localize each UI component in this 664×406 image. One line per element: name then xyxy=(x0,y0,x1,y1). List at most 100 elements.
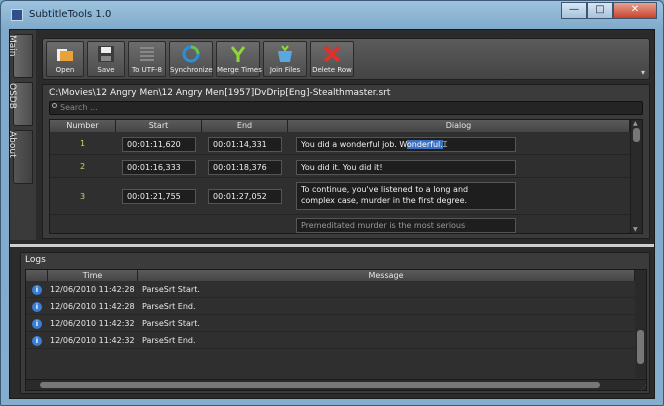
log-time: 12/06/2010 11:42:32 xyxy=(50,319,135,328)
list-item[interactable]: i 12/06/2010 11:42:32 ParseSrt Start. xyxy=(26,316,636,332)
join-files-button[interactable]: Join Files xyxy=(263,41,307,77)
scroll-thumb[interactable] xyxy=(40,382,600,388)
search-input[interactable]: Search ... xyxy=(49,101,643,115)
info-icon: i xyxy=(32,319,42,329)
log-message: ParseSrt End. xyxy=(142,302,196,311)
floppy-icon xyxy=(98,46,114,62)
grid-vertical-scrollbar[interactable]: ▲ ▼ xyxy=(630,120,642,233)
tab-osdb-label: OSDB xyxy=(7,83,17,109)
end-time-field[interactable]: 00:01:18,376 xyxy=(208,160,282,175)
join-files-label: Join Files xyxy=(269,66,301,74)
table-row[interactable]: 2 00:01:16,333 00:01:18,376 You did it. … xyxy=(50,156,630,178)
info-icon: i xyxy=(32,302,42,312)
scroll-thumb[interactable] xyxy=(633,128,640,142)
minimize-button[interactable]: — xyxy=(561,2,587,19)
dialog-line: To continue, you've listened to a long a… xyxy=(301,185,469,194)
save-button[interactable]: Save xyxy=(87,41,125,77)
folder-open-icon xyxy=(57,49,73,61)
info-icon: i xyxy=(32,336,42,346)
log-message: ParseSrt End. xyxy=(142,336,196,345)
table-row[interactable]: 3 00:01:21,755 00:01:27,052 To continue,… xyxy=(50,179,630,215)
save-label: Save xyxy=(97,66,115,74)
merge-times-label: Merge Times xyxy=(217,66,262,74)
dialog-text: You did a wonderful job. W xyxy=(301,140,407,149)
start-time-field[interactable]: 00:01:16,333 xyxy=(122,160,196,175)
row-number: 1 xyxy=(80,139,86,148)
log-time: 12/06/2010 11:42:32 xyxy=(50,336,135,345)
window-controls: — □ ✕ xyxy=(561,2,657,19)
row-number: 3 xyxy=(80,192,86,201)
delete-row-button[interactable]: Delete Row xyxy=(310,41,354,77)
scroll-down-icon[interactable]: ▼ xyxy=(633,226,638,233)
to-utf8-button[interactable]: To UTF-8 xyxy=(128,41,166,77)
dialog-field[interactable]: To continue, you've listened to a long a… xyxy=(296,182,516,210)
table-row[interactable]: Premeditated murder is the most serious xyxy=(50,216,630,233)
open-label: Open xyxy=(55,66,75,74)
subtitle-file-panel: C:\Movies\12 Angry Men\12 Angry Men[1957… xyxy=(42,84,650,239)
title-bar[interactable]: SubtitleTools 1.0 — □ ✕ xyxy=(1,1,663,29)
column-header-message[interactable]: Message xyxy=(138,270,635,281)
column-header-time[interactable]: Time xyxy=(48,270,138,281)
list-item[interactable]: i 12/06/2010 11:42:32 ParseSrt End. xyxy=(26,333,636,349)
delete-row-label: Delete Row xyxy=(312,66,352,74)
log-time: 12/06/2010 11:42:28 xyxy=(50,285,135,294)
maximize-button[interactable]: □ xyxy=(587,2,613,19)
search-placeholder: Search ... xyxy=(60,103,98,112)
dialog-field[interactable]: Premeditated murder is the most serious xyxy=(296,218,516,233)
app-window: SubtitleTools 1.0 — □ ✕ Main OSDB About … xyxy=(0,0,664,406)
tab-about[interactable]: About xyxy=(7,130,33,184)
logs-grid: Time Message i 12/06/2010 11:42:28 Parse… xyxy=(25,269,647,391)
log-message: ParseSrt Start. xyxy=(142,319,200,328)
start-time-field[interactable]: 00:01:21,755 xyxy=(122,189,196,204)
list-item[interactable]: i 12/06/2010 11:42:28 ParseSrt End. xyxy=(26,299,636,315)
column-header-number[interactable]: Number xyxy=(50,120,116,132)
dialog-selection: onderful. xyxy=(406,140,443,149)
logs-header: Time Message xyxy=(26,270,636,281)
logs-vertical-scrollbar[interactable] xyxy=(635,270,646,378)
window-title: SubtitleTools 1.0 xyxy=(29,9,112,20)
file-path: C:\Movies\12 Angry Men\12 Angry Men[1957… xyxy=(49,88,391,98)
side-tab-strip: Main OSDB About xyxy=(7,30,36,240)
log-message: ParseSrt Start. xyxy=(142,285,200,294)
text-lines-icon xyxy=(140,47,154,61)
merge-times-button[interactable]: Merge Times xyxy=(216,41,262,77)
client-area: Main OSDB About Open Save To UTF-8 Synch… xyxy=(7,29,655,399)
grid-header: Number Start End Dialog xyxy=(50,120,630,132)
panel-splitter[interactable] xyxy=(10,244,654,247)
column-header-start[interactable]: Start xyxy=(116,120,202,132)
tab-main-label: Main xyxy=(7,35,17,57)
open-button[interactable]: Open xyxy=(46,41,84,77)
row-number: 2 xyxy=(80,162,86,171)
end-time-field[interactable]: 00:01:14,331 xyxy=(208,137,282,152)
tab-main[interactable]: Main xyxy=(7,34,33,78)
column-header-icon[interactable] xyxy=(26,270,48,281)
synchronize-button[interactable]: Synchronize xyxy=(169,41,213,77)
join-files-icon xyxy=(278,45,292,62)
dialog-field[interactable]: You did it. You did it! xyxy=(296,160,516,175)
close-button[interactable]: ✕ xyxy=(613,2,657,19)
app-icon xyxy=(11,9,23,21)
toolbar-overflow-icon[interactable]: ▾ xyxy=(641,68,645,77)
subtitle-grid: Number Start End Dialog 1 00:01:11,620 0… xyxy=(49,119,643,234)
delete-icon xyxy=(323,45,341,63)
search-icon xyxy=(52,103,57,108)
scroll-up-icon[interactable]: ▲ xyxy=(633,120,638,127)
list-item[interactable]: i 12/06/2010 11:42:28 ParseSrt Start. xyxy=(26,282,636,298)
column-header-end[interactable]: End xyxy=(202,120,288,132)
start-time-field[interactable]: 00:01:11,620 xyxy=(122,137,196,152)
tab-osdb[interactable]: OSDB xyxy=(7,82,33,126)
tab-about-label: About xyxy=(7,131,17,158)
scroll-thumb[interactable] xyxy=(637,330,644,364)
merge-icon xyxy=(230,46,246,62)
table-row[interactable]: 1 00:01:11,620 00:01:14,331 You did a wo… xyxy=(50,133,630,155)
dialog-field[interactable]: You did a wonderful job. Wonderful.Ɪ xyxy=(296,137,516,152)
column-header-dialog[interactable]: Dialog xyxy=(288,120,630,132)
to-utf8-label: To UTF-8 xyxy=(132,66,162,74)
end-time-field[interactable]: 00:01:27,052 xyxy=(208,189,282,204)
log-time: 12/06/2010 11:42:28 xyxy=(50,302,135,311)
dialog-line: complex case, murder in the first degree… xyxy=(301,196,468,205)
info-icon: i xyxy=(32,285,42,295)
resize-grip-icon[interactable]: ⋰ xyxy=(640,384,647,392)
logs-title: Logs xyxy=(25,255,46,265)
logs-horizontal-scrollbar[interactable] xyxy=(26,379,646,390)
